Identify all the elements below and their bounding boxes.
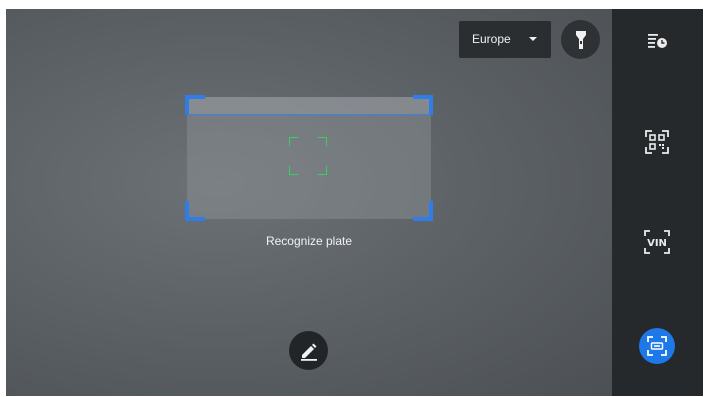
frame-corner-top-right: [413, 95, 433, 115]
focus-corner: [318, 137, 327, 146]
manual-entry-button[interactable]: [289, 331, 328, 370]
scan-instruction: Recognize plate: [265, 234, 353, 248]
edit-pencil-icon: [300, 343, 317, 361]
history-list-clock-icon: [648, 34, 667, 48]
camera-viewfinder: Europe Recognize plate: [6, 9, 612, 396]
vin-scan-icon: VIN: [644, 230, 670, 254]
region-selector-value: Europe: [472, 32, 511, 46]
focus-corner: [318, 166, 327, 175]
plate-button[interactable]: [639, 328, 675, 364]
plate-scan-icon: [647, 336, 667, 356]
qr-code-scan-icon: [645, 130, 669, 154]
scan-frame: [185, 95, 433, 221]
frame-corner-bottom-right: [413, 201, 433, 221]
frame-corner-bottom-left: [185, 201, 205, 221]
mode-sidebar: VIN: [612, 9, 703, 396]
focus-corner: [289, 137, 298, 146]
focus-corner: [289, 166, 298, 175]
frame-corner-top-left: [185, 95, 205, 115]
dropdown-caret-icon: [529, 37, 537, 41]
app-frame: Europe Recognize plate VIN: [6, 9, 703, 396]
history-button[interactable]: [639, 22, 675, 58]
scan-frame-top: [187, 97, 431, 115]
region-selector[interactable]: Europe: [459, 21, 551, 58]
flashlight-icon: [575, 30, 586, 49]
scan-line: [187, 114, 431, 115]
focus-target: [289, 137, 327, 175]
vin-icon-label: VIN: [647, 238, 667, 249]
vin-button[interactable]: VIN: [639, 224, 675, 260]
flashlight-button[interactable]: [561, 20, 600, 59]
qr-code-button[interactable]: [639, 124, 675, 160]
